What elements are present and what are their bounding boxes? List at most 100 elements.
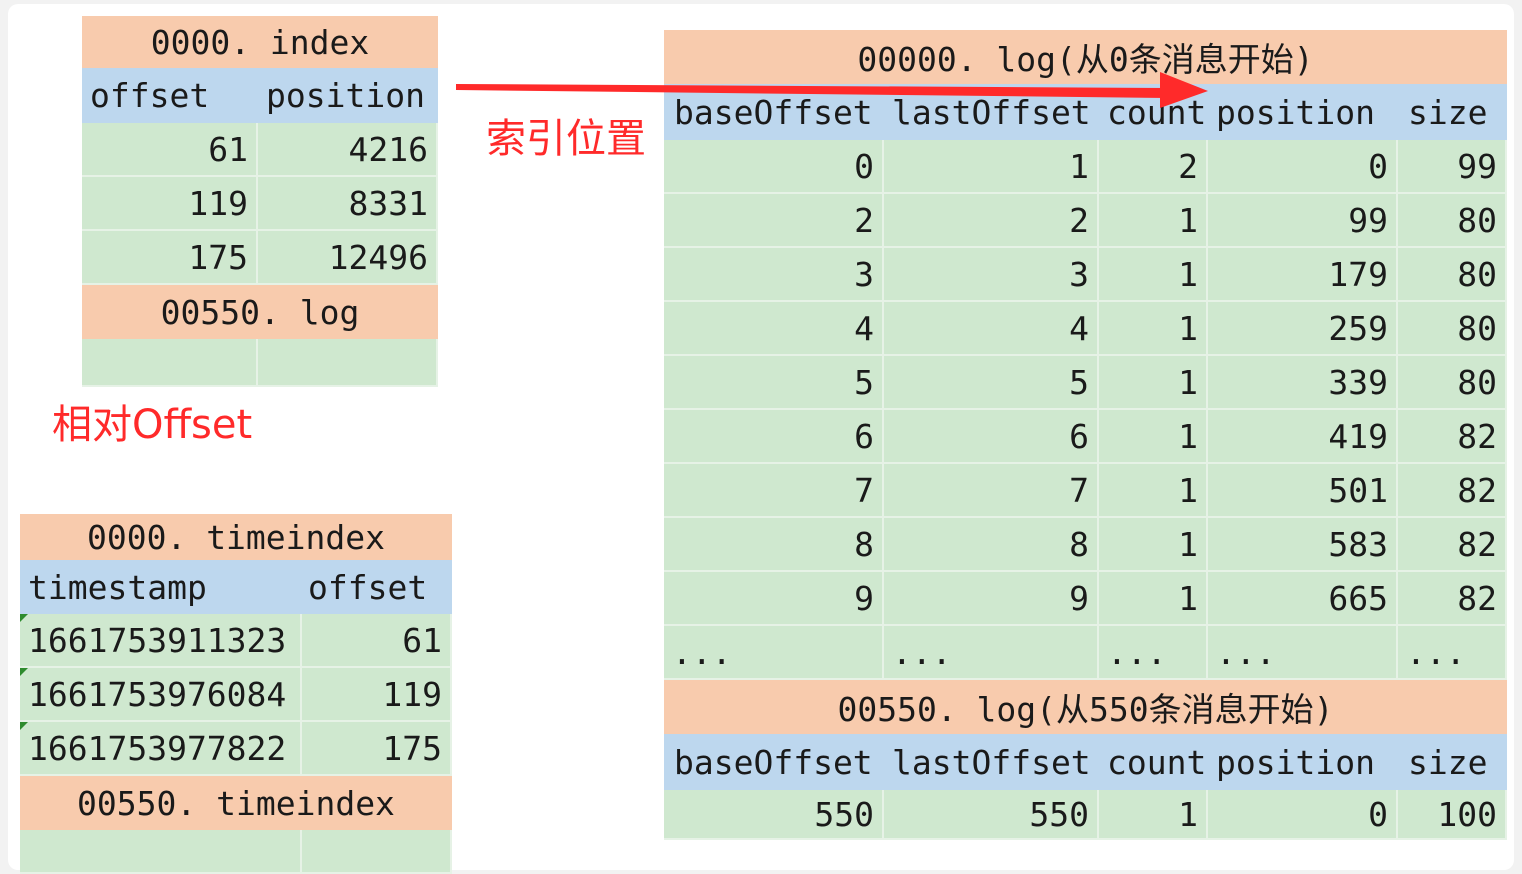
index-table: 0000. index offset position 61 4216 119 … xyxy=(82,16,438,387)
log-cell: 7 xyxy=(664,464,884,518)
log-cell: 1 xyxy=(1099,410,1208,464)
relative-offset-label: 相对Offset xyxy=(52,402,253,448)
index-cell: 8331 xyxy=(258,177,438,231)
cell-marker-icon xyxy=(20,614,28,622)
log-cell: 80 xyxy=(1398,194,1507,248)
log-table-body: 0 1 2 0 99 2 2 1 99 80 3 3 1 179 80 4 4 1 259 80 5 5 1 339 80 6 6 1… xyxy=(664,140,1507,626)
log-col-lastoffset: lastOffset xyxy=(884,84,1099,140)
log-cell: 3 xyxy=(664,248,884,302)
log-cell: 80 xyxy=(1398,356,1507,410)
log-cell: 1 xyxy=(1099,302,1208,356)
table-row: 61 4216 xyxy=(82,123,438,177)
log-col-size: size xyxy=(1398,84,1507,140)
cell-marker-icon xyxy=(20,668,28,676)
log-cell: 1 xyxy=(1099,194,1208,248)
log-cell: 82 xyxy=(1398,572,1507,626)
timeindex-timestamp: 1661753977822 xyxy=(28,728,287,768)
table-row: 1661753976084 119 xyxy=(20,668,452,722)
log-cell: 80 xyxy=(1398,248,1507,302)
log-cell: 419 xyxy=(1208,410,1398,464)
log2-cell: 100 xyxy=(1398,790,1507,840)
log-cell: 2 xyxy=(664,194,884,248)
log-cell: 501 xyxy=(1208,464,1398,518)
index-col-offset: offset xyxy=(82,68,258,123)
log-ellipsis: ... xyxy=(1398,626,1507,680)
table-row: ... ... ... ... ... xyxy=(664,626,1507,680)
log-cell: 1 xyxy=(884,140,1099,194)
timeindex-timestamp: 1661753911323 xyxy=(28,620,287,660)
log-cell: 4 xyxy=(884,302,1099,356)
table-row: 9 9 1 665 82 xyxy=(664,572,1507,626)
log-cell: 583 xyxy=(1208,518,1398,572)
index-cell: 175 xyxy=(82,231,258,285)
log-cell: 99 xyxy=(1208,194,1398,248)
table-row: 8 8 1 583 82 xyxy=(664,518,1507,572)
log-cell: 8 xyxy=(884,518,1099,572)
log-col-baseoffset: baseOffset xyxy=(664,84,884,140)
log-ellipsis: ... xyxy=(664,626,884,680)
index-cell: 119 xyxy=(82,177,258,231)
log-cell: 6 xyxy=(664,410,884,464)
timeindex-table: 0000. timeindex timestamp offset 1661753… xyxy=(20,514,452,874)
log2-col-lastoffset: lastOffset xyxy=(884,734,1099,790)
table-row: 175 12496 xyxy=(82,231,438,285)
timeindex-timestamp: 1661753976084 xyxy=(28,674,287,714)
log-cell: 1 xyxy=(1099,356,1208,410)
timeindex-cell: 1661753976084 xyxy=(20,668,302,722)
timeindex-col-timestamp: timestamp xyxy=(20,560,302,614)
log-col-position: position xyxy=(1208,84,1398,140)
log-cell: 82 xyxy=(1398,410,1507,464)
table-row: 3 3 1 179 80 xyxy=(664,248,1507,302)
timeindex-cell: 175 xyxy=(302,722,452,776)
timeindex-cell: 1661753977822 xyxy=(20,722,302,776)
log2-cell: 1 xyxy=(1099,790,1208,840)
index-cell: 61 xyxy=(82,123,258,177)
log2-cell: 0 xyxy=(1208,790,1398,840)
log-ellipsis: ... xyxy=(1208,626,1398,680)
index-empty-cell xyxy=(82,339,258,387)
log-cell: 5 xyxy=(884,356,1099,410)
log-cell: 82 xyxy=(1398,518,1507,572)
log-cell: 9 xyxy=(884,572,1099,626)
timeindex-cell: 119 xyxy=(302,668,452,722)
log-table-title: 00000. log(从0条消息开始) xyxy=(664,30,1507,84)
index-cell: 4216 xyxy=(258,123,438,177)
log-cell: 2 xyxy=(1099,140,1208,194)
log-cell: 2 xyxy=(884,194,1099,248)
table-row: 1661753911323 61 xyxy=(20,614,452,668)
table-row: 6 6 1 419 82 xyxy=(664,410,1507,464)
log2-col-count: count xyxy=(1099,734,1208,790)
log-col-count: count xyxy=(1099,84,1208,140)
log2-col-size: size xyxy=(1398,734,1507,790)
log-cell: 8 xyxy=(664,518,884,572)
log-cell: 1 xyxy=(1099,464,1208,518)
log-cell: 6 xyxy=(884,410,1099,464)
log-cell: 82 xyxy=(1398,464,1507,518)
log-cell: 5 xyxy=(664,356,884,410)
table-row xyxy=(20,830,452,874)
index-position-label: 索引位置 xyxy=(486,116,646,162)
table-row: 4 4 1 259 80 xyxy=(664,302,1507,356)
index-cell: 12496 xyxy=(258,231,438,285)
log-ellipsis: ... xyxy=(1099,626,1208,680)
log-cell: 1 xyxy=(1099,248,1208,302)
log2-cell: 550 xyxy=(664,790,884,840)
table-row: 1661753977822 175 xyxy=(20,722,452,776)
cell-marker-icon xyxy=(20,722,28,730)
log-cell: 0 xyxy=(664,140,884,194)
log-cell: 7 xyxy=(884,464,1099,518)
log-cell: 0 xyxy=(1208,140,1398,194)
log-cell: 339 xyxy=(1208,356,1398,410)
log-cell: 4 xyxy=(664,302,884,356)
log-cell: 80 xyxy=(1398,302,1507,356)
timeindex-col-offset: offset xyxy=(302,560,452,614)
log-table: 00000. log(从0条消息开始) baseOffset lastOffse… xyxy=(664,30,1507,840)
table-row: 2 2 1 99 80 xyxy=(664,194,1507,248)
index-table-footer: 00550. log xyxy=(82,285,438,339)
timeindex-table-footer: 00550. timeindex xyxy=(20,776,452,830)
timeindex-table-title: 0000. timeindex xyxy=(20,514,452,560)
table-row: 119 8331 xyxy=(82,177,438,231)
timeindex-cell: 1661753911323 xyxy=(20,614,302,668)
table-row: 5 5 1 339 80 xyxy=(664,356,1507,410)
index-table-title: 0000. index xyxy=(82,16,438,68)
